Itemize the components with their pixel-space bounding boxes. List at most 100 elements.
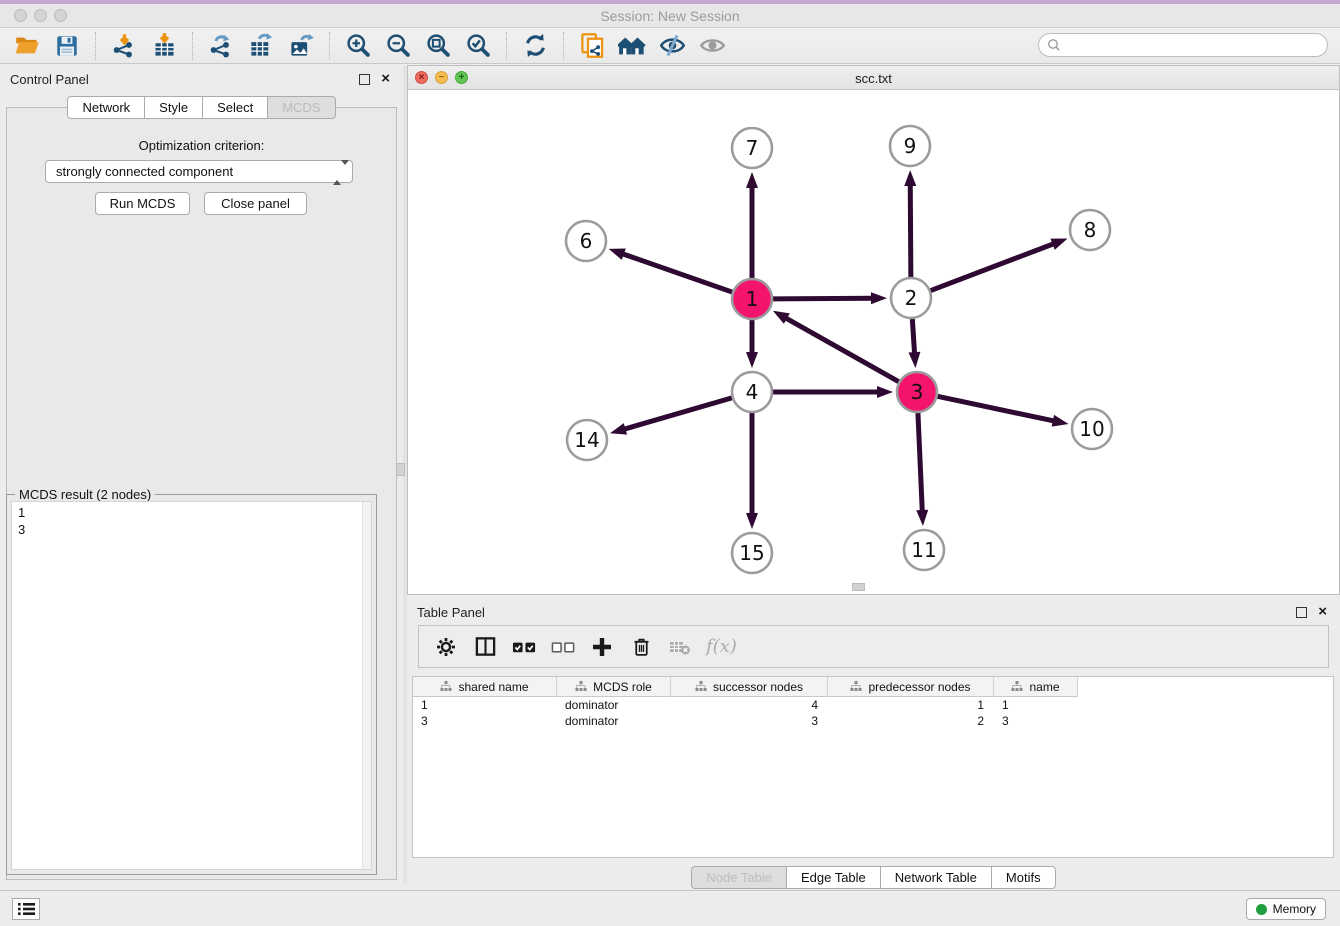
edge-2-8[interactable]: [931, 243, 1056, 290]
attribute-icon: [695, 681, 707, 692]
float-table-panel-icon[interactable]: [1296, 607, 1307, 618]
column-header-predecessor-nodes[interactable]: predecessor nodes: [828, 677, 994, 697]
node-label-8: 8: [1084, 218, 1097, 242]
edge-1-6[interactable]: [621, 253, 732, 292]
mcds-result-area[interactable]: 13: [11, 501, 372, 870]
table-cell[interactable]: 4: [671, 697, 828, 713]
arrowhead-icon: [746, 352, 758, 368]
splitter-grip[interactable]: [852, 583, 865, 591]
arrowhead-icon: [904, 170, 916, 186]
table-cell[interactable]: dominator: [557, 697, 671, 713]
float-panel-icon[interactable]: [359, 74, 370, 85]
table-cell[interactable]: 3: [994, 713, 1078, 729]
open-session-icon[interactable]: [10, 31, 44, 61]
tab-mcds[interactable]: MCDS: [268, 96, 335, 119]
edge-1-2[interactable]: [773, 298, 874, 299]
gear-icon[interactable]: [431, 633, 461, 661]
edge-3-11[interactable]: [918, 413, 922, 513]
close-panel-button[interactable]: Close panel: [204, 192, 307, 215]
list-icon: [18, 902, 35, 916]
run-mcds-button[interactable]: Run MCDS: [95, 192, 190, 215]
table-cell[interactable]: 3: [671, 713, 828, 729]
attribute-icon: [850, 681, 862, 692]
arrowhead-icon: [877, 386, 893, 398]
criterion-select[interactable]: strongly connected component: [45, 160, 353, 183]
tab-edge-table[interactable]: Edge Table: [787, 866, 881, 889]
node-label-7: 7: [746, 136, 759, 160]
table-cell[interactable]: 2: [828, 713, 994, 729]
table-panel-tabs: Node TableEdge TableNetwork TableMotifs: [407, 866, 1340, 889]
save-session-icon[interactable]: [50, 31, 84, 61]
column-label: name: [1029, 680, 1059, 694]
column-header-successor-nodes[interactable]: successor nodes: [671, 677, 828, 697]
select-stepper-icon: [333, 165, 344, 179]
trash-icon[interactable]: [626, 633, 656, 661]
network-view-window: × − + scc.txt 1234678910111415: [407, 65, 1340, 595]
export-table-icon[interactable]: [244, 31, 278, 61]
table-row[interactable]: 3dominator323: [413, 713, 1333, 729]
tab-style[interactable]: Style: [145, 96, 203, 119]
memory-label: Memory: [1273, 902, 1316, 916]
toolbar-separator: [563, 32, 564, 60]
result-line: 1: [18, 504, 365, 521]
unchecked-boxes-icon[interactable]: [548, 633, 578, 661]
network-view-title: scc.txt: [408, 71, 1339, 86]
zoom-out-icon[interactable]: [381, 31, 415, 61]
node-table-header: shared name MCDS rolesuccessor nodesprede…: [413, 677, 1333, 697]
node-table[interactable]: shared name MCDS rolesuccessor nodesprede…: [412, 676, 1334, 858]
toolbar-separator: [192, 32, 193, 60]
table-cell[interactable]: 1: [828, 697, 994, 713]
close-table-panel-icon[interactable]: ×: [1318, 603, 1327, 620]
zoom-in-icon[interactable]: [341, 31, 375, 61]
table-cell[interactable]: 3: [413, 713, 557, 729]
column-label: shared name: [458, 680, 528, 694]
task-history-button[interactable]: [12, 898, 40, 920]
table-row[interactable]: 1dominator411: [413, 697, 1333, 713]
clone-network-icon[interactable]: [575, 31, 609, 61]
status-bar: Memory: [0, 890, 1340, 926]
memory-button[interactable]: Memory: [1246, 898, 1326, 920]
column-header-name[interactable]: name: [994, 677, 1078, 697]
result-scrollbar[interactable]: [362, 502, 371, 869]
arrowhead-icon: [908, 352, 920, 368]
table-cell[interactable]: 1: [413, 697, 557, 713]
zoom-fit-icon[interactable]: [421, 31, 455, 61]
edge-4-14[interactable]: [623, 398, 732, 430]
table-cell[interactable]: 1: [994, 697, 1078, 713]
column-header-shared-name[interactable]: shared name: [413, 677, 557, 697]
tab-network-table[interactable]: Network Table: [881, 866, 992, 889]
tab-motifs[interactable]: Motifs: [992, 866, 1056, 889]
export-network-icon[interactable]: [204, 31, 238, 61]
network-canvas[interactable]: 1234678910111415: [408, 90, 1339, 594]
search-field[interactable]: [1038, 33, 1328, 57]
network-window-titlebar[interactable]: × − + scc.txt: [408, 66, 1339, 90]
refresh-icon[interactable]: [518, 31, 552, 61]
tab-network[interactable]: Network: [67, 96, 145, 119]
column-header-MCDS-role[interactable]: MCDS role: [557, 677, 671, 697]
splitter-grip[interactable]: [396, 463, 405, 476]
import-table-icon[interactable]: [147, 31, 181, 61]
plus-icon[interactable]: [587, 633, 617, 661]
edge-3-10[interactable]: [938, 396, 1056, 421]
close-panel-icon[interactable]: ×: [381, 70, 390, 87]
import-network-icon[interactable]: [107, 31, 141, 61]
table-panel-title: Table Panel: [417, 605, 485, 620]
tab-node-table[interactable]: Node Table: [691, 866, 787, 889]
edge-3-1[interactable]: [784, 317, 898, 382]
first-neighbors-icon[interactable]: [615, 31, 649, 61]
node-label-9: 9: [904, 134, 917, 158]
arrowhead-icon: [1050, 239, 1067, 250]
delete-table-icon: [665, 633, 695, 661]
edge-2-3[interactable]: [912, 319, 914, 355]
edge-2-9[interactable]: [910, 183, 911, 277]
result-line: 3: [18, 521, 365, 538]
checked-boxes-icon[interactable]: [509, 633, 539, 661]
export-image-icon[interactable]: [284, 31, 318, 61]
arrowhead-icon: [746, 513, 758, 529]
table-cell[interactable]: dominator: [557, 713, 671, 729]
search-input[interactable]: [1066, 36, 1327, 54]
tab-select[interactable]: Select: [203, 96, 268, 119]
show-hide-icon[interactable]: [655, 31, 689, 61]
column-panel-icon[interactable]: [470, 633, 500, 661]
zoom-selected-icon[interactable]: [461, 31, 495, 61]
